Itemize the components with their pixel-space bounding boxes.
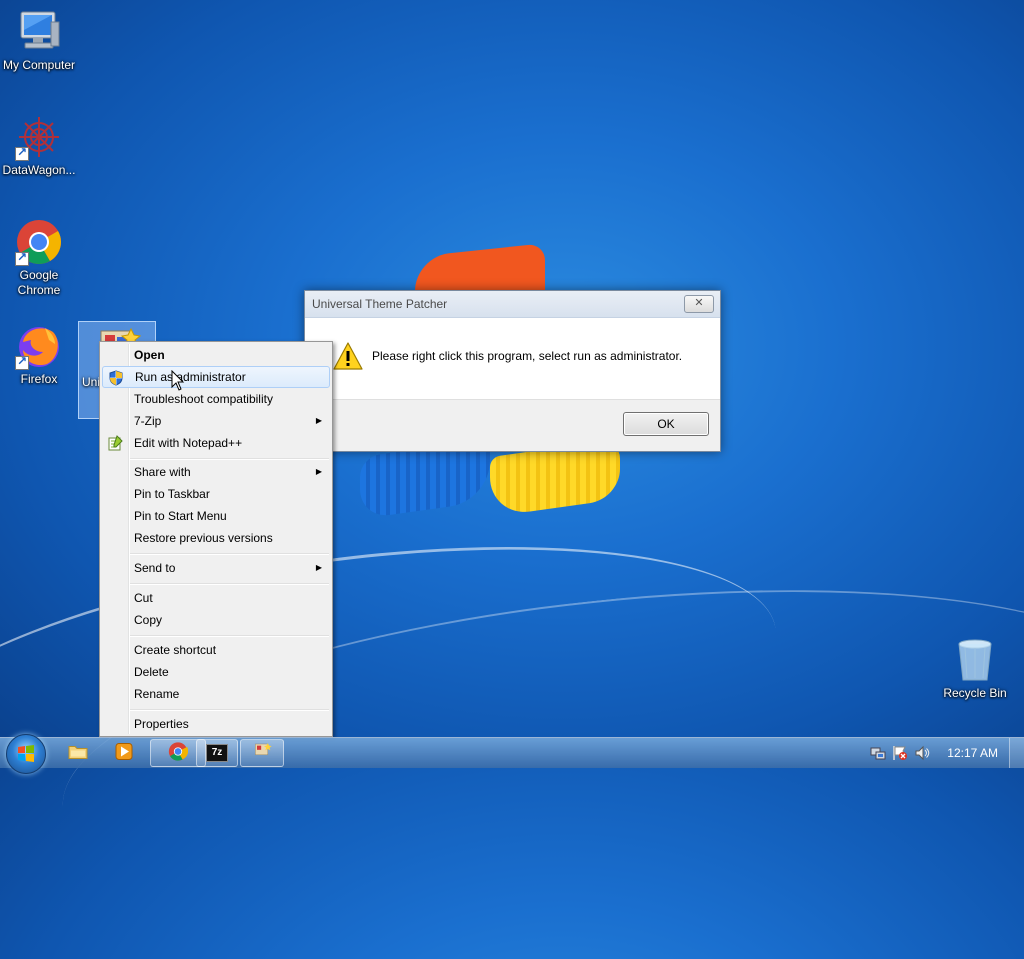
desktop-icon-my-computer[interactable]: My Computer — [0, 8, 78, 73]
volume-icon[interactable] — [914, 745, 930, 764]
dialog-title: Universal Theme Patcher — [312, 297, 448, 311]
desktop-icon-label: My Computer — [2, 58, 76, 72]
menu-item-label: Pin to Taskbar — [134, 487, 210, 501]
menu-item-label: Send to — [134, 561, 176, 575]
windows-logo-icon — [18, 745, 34, 762]
menu-item-label: Troubleshoot compatibility — [134, 392, 273, 406]
menu-item-pin-to-start-menu[interactable]: Pin to Start Menu — [102, 505, 330, 527]
7zip-icon: 7z — [206, 744, 228, 762]
theme-patcher-icon — [252, 742, 272, 765]
menu-item-7-zip[interactable]: 7-Zip ▶ — [102, 410, 330, 432]
menu-item-pin-to-taskbar[interactable]: Pin to Taskbar — [102, 483, 330, 505]
desktop-icon-datawagon[interactable]: DataWagon... — [0, 113, 78, 178]
datawagon-icon — [15, 113, 63, 161]
menu-item-cut[interactable]: Cut — [102, 587, 330, 609]
theme-patcher-dialog: Universal Theme Patcher ✕ Please right c… — [304, 290, 721, 452]
menu-separator — [130, 553, 329, 555]
dialog-titlebar[interactable]: Universal Theme Patcher ✕ — [305, 291, 720, 318]
menu-separator — [130, 583, 329, 585]
menu-item-share-with[interactable]: Share with ▶ — [102, 461, 330, 483]
taskbar-clock[interactable]: 12:17 AM — [947, 746, 998, 760]
menu-separator — [130, 458, 329, 460]
start-button[interactable] — [6, 734, 46, 774]
ok-button[interactable]: OK — [623, 412, 709, 436]
taskbar-7zip[interactable]: 7z — [196, 739, 238, 767]
dialog-footer: OK — [305, 399, 720, 451]
submenu-arrow-icon: ▶ — [315, 563, 322, 572]
submenu-arrow-icon: ▶ — [315, 416, 322, 425]
warning-icon — [333, 342, 363, 370]
notepad-plus-plus-icon — [107, 435, 123, 451]
menu-item-run-as-administrator[interactable]: Run as administrator — [102, 366, 330, 388]
dialog-body: Please right click this program, select … — [305, 318, 720, 399]
recycle-bin-icon — [951, 636, 999, 684]
menu-item-label: Cut — [134, 591, 153, 605]
submenu-arrow-icon: ▶ — [315, 467, 322, 476]
menu-item-label: Edit with Notepad++ — [134, 436, 243, 450]
context-menu: Open Run as administrator Troubleshoot c… — [99, 341, 333, 737]
taskbar: 7z 12:17 AM — [0, 734, 1024, 774]
menu-item-properties[interactable]: Properties — [102, 713, 330, 735]
desktop-icon-google-chrome[interactable]: Google Chrome — [0, 218, 78, 298]
menu-item-label: Rename — [134, 687, 180, 701]
menu-item-edit-with-notepad-plus-plus[interactable]: Edit with Notepad++ — [102, 432, 330, 454]
menu-item-label: Delete — [134, 665, 169, 679]
desktop-icon-label: Firefox — [20, 372, 58, 386]
menu-item-label: Open — [134, 348, 165, 362]
menu-item-send-to[interactable]: Send to ▶ — [102, 557, 330, 579]
file-explorer-icon — [68, 744, 88, 763]
shortcut-arrow-icon — [15, 354, 29, 370]
menu-item-label: Run as administrator — [135, 370, 246, 384]
desktop-icon-recycle-bin[interactable]: Recycle Bin — [936, 636, 1014, 701]
chrome-icon — [15, 218, 63, 266]
media-player-icon — [115, 743, 133, 764]
uac-shield-icon — [108, 370, 124, 386]
taskbar-media-player[interactable] — [96, 739, 152, 767]
desktop-icon-label: Recycle Bin — [943, 686, 1007, 700]
desktop-icon-label: Google Chrome — [17, 268, 61, 297]
menu-item-troubleshoot-compatibility[interactable]: Troubleshoot compatibility — [102, 388, 330, 410]
taskbar-theme-patcher[interactable] — [240, 739, 284, 767]
action-center-flag-icon[interactable] — [892, 745, 908, 764]
desktop-icon-firefox[interactable]: Firefox — [0, 322, 78, 387]
firefox-icon — [15, 322, 63, 370]
menu-item-label: 7-Zip — [134, 414, 162, 428]
menu-item-open[interactable]: Open — [102, 344, 330, 366]
shortcut-arrow-icon — [15, 250, 29, 266]
menu-item-restore-previous-versions[interactable]: Restore previous versions — [102, 527, 330, 549]
dialog-close-button[interactable]: ✕ — [684, 295, 714, 313]
menu-item-label: Share with — [134, 465, 191, 479]
chrome-icon — [168, 742, 189, 765]
menu-separator — [130, 709, 329, 711]
menu-item-label: Copy — [134, 613, 163, 627]
system-tray: 12:17 AM — [864, 738, 1024, 768]
computer-icon — [15, 8, 63, 56]
menu-item-label: Properties — [134, 717, 189, 731]
menu-item-label: Create shortcut — [134, 643, 217, 657]
menu-item-label: Pin to Start Menu — [134, 509, 227, 523]
shortcut-arrow-icon — [15, 145, 29, 161]
show-desktop-button[interactable] — [1009, 738, 1024, 768]
network-icon[interactable] — [870, 745, 886, 764]
menu-item-create-shortcut[interactable]: Create shortcut — [102, 639, 330, 661]
dialog-message: Please right click this program, select … — [372, 349, 683, 363]
desktop-icon-label: DataWagon... — [2, 163, 76, 177]
menu-item-label: Restore previous versions — [134, 531, 273, 545]
menu-item-copy[interactable]: Copy — [102, 609, 330, 631]
menu-separator — [130, 635, 329, 637]
menu-item-rename[interactable]: Rename — [102, 683, 330, 705]
menu-item-delete[interactable]: Delete — [102, 661, 330, 683]
